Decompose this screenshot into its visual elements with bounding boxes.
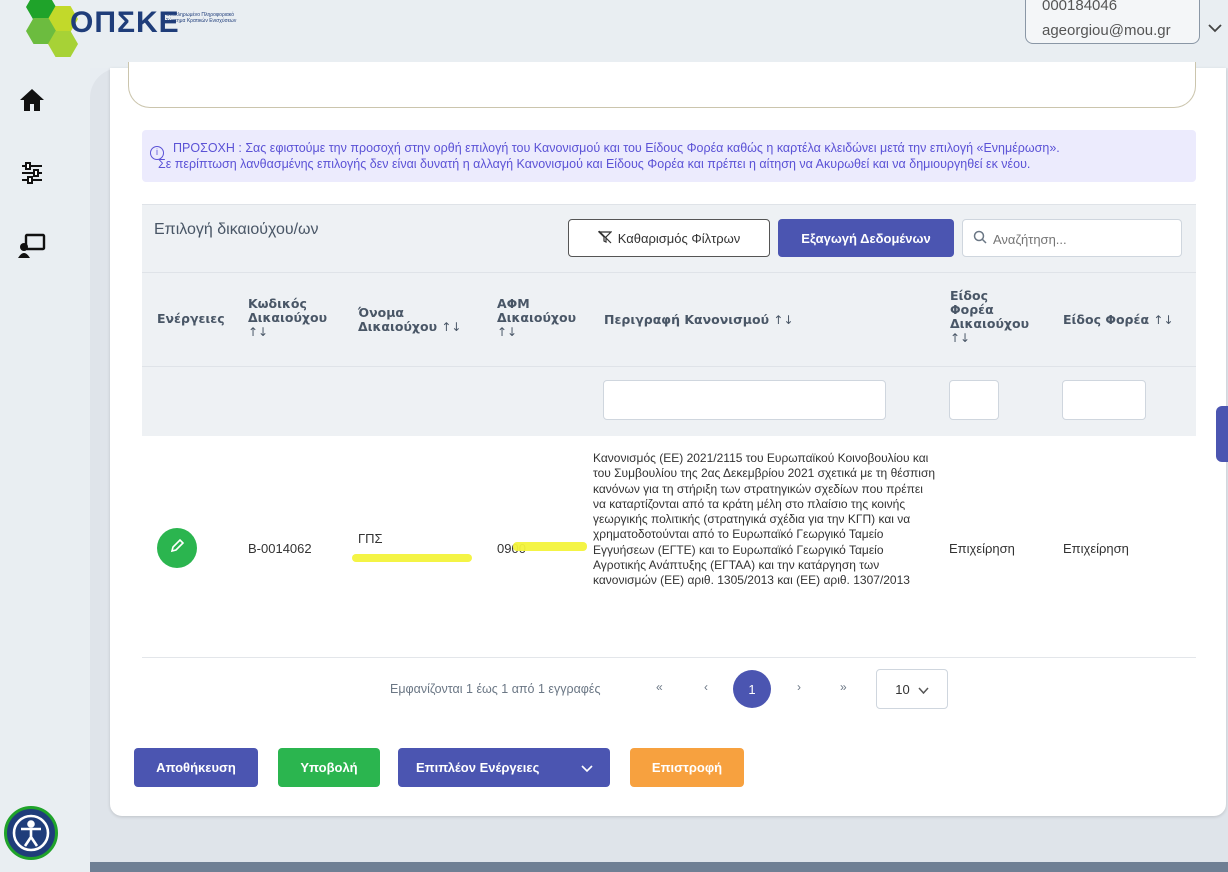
edit-button[interactable]: [157, 528, 197, 568]
regulation-filter-input[interactable]: [603, 380, 886, 420]
back-button[interactable]: Επιστροφή: [630, 748, 744, 787]
logo-text: ΟΠΣΚΕ: [70, 6, 180, 39]
sort-icon: ↑↓: [1153, 313, 1174, 327]
next-page-button[interactable]: ›: [797, 680, 801, 694]
clear-filters-button[interactable]: Καθαρισμός Φίλτρων: [568, 219, 770, 257]
column-header-regulation[interactable]: Περιγραφή Κανονισμού ↑↓: [604, 313, 794, 328]
column-header-body-type[interactable]: Είδος Φορέα ↑↓: [1063, 313, 1174, 328]
pagination-summary: Εμφανίζονται 1 έως 1 από 1 εγγραφές: [390, 682, 601, 696]
chevron-down-icon: [918, 682, 929, 697]
last-page-button[interactable]: »: [840, 680, 847, 694]
search-icon: [973, 230, 987, 247]
home-icon[interactable]: [16, 84, 48, 116]
save-button[interactable]: Αποθήκευση: [134, 748, 258, 787]
table-title: Επιλογή δικαιούχου/ων: [154, 221, 319, 238]
prev-page-button[interactable]: ‹: [704, 680, 708, 694]
export-data-button[interactable]: Εξαγωγή Δεδομένων: [778, 219, 954, 257]
submit-button[interactable]: Υποβολή: [278, 748, 380, 787]
beneficiary-code: B-0014062: [248, 541, 312, 556]
page-1-button[interactable]: 1: [733, 670, 771, 708]
footer-strip: [90, 862, 1228, 872]
search-box: [962, 219, 1182, 257]
side-tab[interactable]: [1216, 406, 1228, 462]
user-email: ageorgiou@mou.gr: [1042, 22, 1171, 39]
sort-icon: ↑↓: [441, 320, 462, 334]
entity-type-value: Επιχείρηση: [949, 541, 1015, 556]
sort-icon: ↑↓: [773, 313, 794, 327]
search-input[interactable]: [993, 229, 1173, 249]
accessibility-icon[interactable]: [4, 806, 58, 860]
chevron-down-icon: [581, 761, 593, 776]
filter-off-icon: [597, 230, 613, 247]
redaction-highlight: [352, 554, 472, 562]
first-page-button[interactable]: «: [656, 680, 663, 694]
warning-alert: i ΠΡΟΣΟΧΗ : Σας εφιστούμε την προσοχή στ…: [142, 130, 1196, 182]
more-actions-label: Επιπλέον Ενέργειες: [416, 760, 540, 775]
user-code: 000184046: [1042, 0, 1118, 14]
presentation-user-icon[interactable]: [16, 230, 48, 262]
beneficiary-name: ΓΠΣ: [358, 531, 383, 546]
column-header-actions: Ενέργειες: [157, 311, 225, 326]
previous-section-box: [128, 62, 1196, 108]
body-type-value: Επιχείρηση: [1063, 541, 1129, 556]
column-header-name[interactable]: Όνομα Δικαιούχου ↑↓: [358, 306, 462, 335]
body-type-filter-input[interactable]: [1062, 380, 1146, 420]
entity-type-filter-input[interactable]: [949, 380, 999, 420]
alert-line-1: ΠΡΟΣΟΧΗ : Σας εφιστούμε την προσοχή στην…: [173, 141, 1060, 155]
filters-icon[interactable]: [16, 157, 48, 189]
page-size-select[interactable]: 10: [876, 669, 948, 709]
column-header-afm[interactable]: ΑΦΜ Δικαιούχου ↑↓: [497, 297, 576, 340]
logo-subtitle: Ολοκληρωμένο Πληροφοριακό Σύστημα Κρατικ…: [166, 12, 237, 24]
redaction-highlight: [513, 542, 587, 551]
chevron-down-icon[interactable]: [1208, 20, 1222, 38]
page-size-value: 10: [895, 681, 910, 697]
clear-filters-label: Καθαρισμός Φίλτρων: [617, 230, 741, 246]
alert-line-2: Σε περίπτωση λανθασμένης επιλογής δεν εί…: [158, 157, 1031, 171]
sort-icon: ↑↓: [950, 331, 971, 345]
column-header-entity-type[interactable]: Είδος Φορέα Δικαιούχου ↑↓: [950, 289, 1029, 346]
app-logo[interactable]: ΟΠΣΚΕ Ολοκληρωμένο Πληροφοριακό Σύστημα …: [18, 0, 258, 68]
more-actions-button[interactable]: Επιπλέον Ενέργειες: [398, 748, 610, 787]
sort-icon: ↑↓: [497, 325, 518, 339]
user-menu[interactable]: 000184046 ageorgiou@mou.gr: [1025, 0, 1200, 44]
column-header-code[interactable]: Κωδικός Δικαιούχου ↑↓: [248, 297, 327, 340]
pencil-icon: [169, 538, 185, 559]
sort-icon: ↑↓: [248, 325, 269, 339]
regulation-description: Κανονισμός (ΕΕ) 2021/2115 του Ευρωπαϊκού…: [593, 451, 936, 588]
